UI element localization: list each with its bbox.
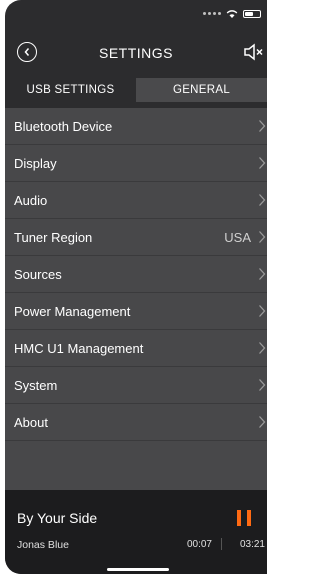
phone-screen: SETTINGS USB SETTINGS GENERAL Bluetooth … [5,0,267,574]
settings-item-label: About [14,414,48,430]
settings-item-label: Tuner Region [14,229,93,245]
settings-item-sources[interactable]: Sources [5,256,267,293]
chevron-right-icon [259,305,266,317]
battery-icon [243,10,261,18]
settings-item-label: Power Management [14,303,131,319]
settings-item-hmc-u1-management[interactable]: HMC U1 Management [5,330,267,367]
settings-item-label: HMC U1 Management [14,340,144,356]
settings-item-label: Display [14,155,57,171]
settings-item-label: Sources [14,266,62,282]
mute-button[interactable] [243,42,265,62]
now-playing-bar[interactable]: By Your Side Jonas Blue 00:07 03:21 [5,490,267,574]
page-title: SETTINGS [98,45,173,61]
total-time: 03:21 [239,539,265,550]
settings-item-label: System [14,377,58,393]
settings-list: Bluetooth Device Display Audio Tuner Reg… [5,108,267,509]
wifi-icon [226,10,238,18]
signal-icon [203,12,221,16]
chevron-right-icon [259,268,266,280]
settings-item-audio[interactable]: Audio [5,182,267,219]
settings-item-power-management[interactable]: Power Management [5,293,267,330]
settings-item-label: Bluetooth Device [14,118,113,134]
chevron-right-icon [259,194,266,206]
time-divider [221,538,222,550]
tab-usb-settings[interactable]: USB SETTINGS [5,78,136,102]
artist-name: Jonas Blue [17,539,69,551]
tab-general[interactable]: GENERAL [136,78,267,102]
tab-bar: USB SETTINGS GENERAL [5,78,267,102]
chevron-right-icon [259,342,266,354]
settings-item-bluetooth-device[interactable]: Bluetooth Device [5,108,267,145]
status-bar [5,0,267,28]
chevron-right-icon [259,379,266,391]
chevron-right-icon [259,416,266,428]
song-title: By Your Side [17,510,98,526]
settings-item-label: Audio [14,192,48,208]
settings-item-system[interactable]: System [5,367,267,404]
chevron-right-icon [259,157,266,169]
chevron-right-icon [259,231,266,243]
pause-icon [237,510,241,526]
chevron-right-icon [259,120,266,132]
settings-item-about[interactable]: About [5,404,267,441]
settings-item-tuner-region[interactable]: Tuner Region USA [5,219,267,256]
settings-item-display[interactable]: Display [5,145,267,182]
current-time: 00:07 [186,539,212,550]
tuner-region-value: USA [224,229,251,245]
pause-button[interactable] [237,510,251,526]
home-indicator[interactable] [107,568,169,571]
header: SETTINGS [5,28,267,76]
